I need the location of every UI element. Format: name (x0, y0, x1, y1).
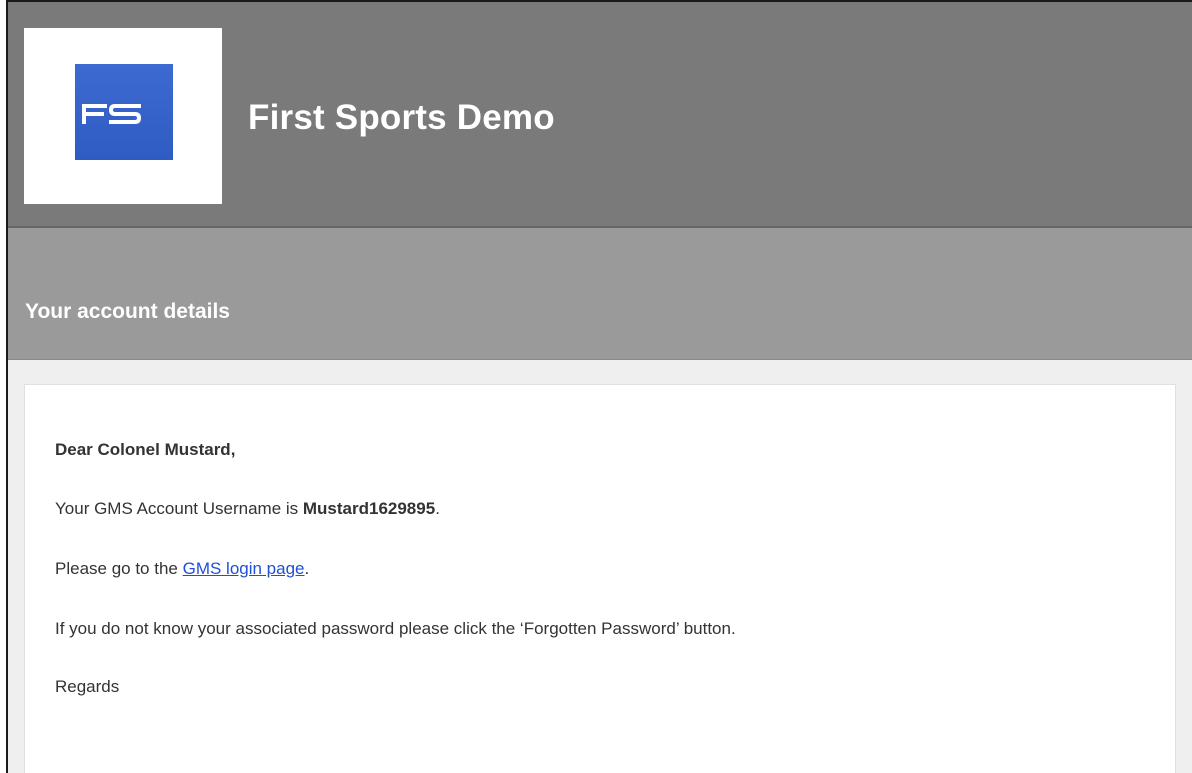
regards-text: Regards (55, 677, 120, 696)
login-prefix: Please go to the (55, 559, 183, 578)
username-value: Mustard1629895 (302, 499, 436, 518)
message-body: Dear Colonel Mustard, Your GMS Account U… (24, 384, 1176, 773)
login-line: Please go to the GMS login page. (55, 559, 309, 579)
logo-container (24, 28, 222, 204)
gms-login-link[interactable]: GMS login page (183, 559, 305, 578)
site-title: First Sports Demo (248, 98, 555, 137)
section-title: Your account details (25, 300, 230, 323)
fs-logo-icon (75, 64, 173, 160)
password-help-text: If you do not know your associated passw… (55, 619, 736, 638)
username-prefix: Your GMS Account Username is (55, 499, 303, 518)
greeting-text: Dear Colonel Mustard, (55, 440, 236, 459)
section-header: Your account details (8, 228, 1192, 360)
email-frame: First Sports Demo Your account details D… (6, 0, 1192, 773)
fs-logo-graphic (82, 104, 142, 124)
login-suffix: . (304, 559, 310, 578)
username-line: Your GMS Account Username is Mustard1629… (55, 499, 440, 519)
username-suffix: . (435, 499, 440, 518)
email-header: First Sports Demo (8, 2, 1192, 228)
